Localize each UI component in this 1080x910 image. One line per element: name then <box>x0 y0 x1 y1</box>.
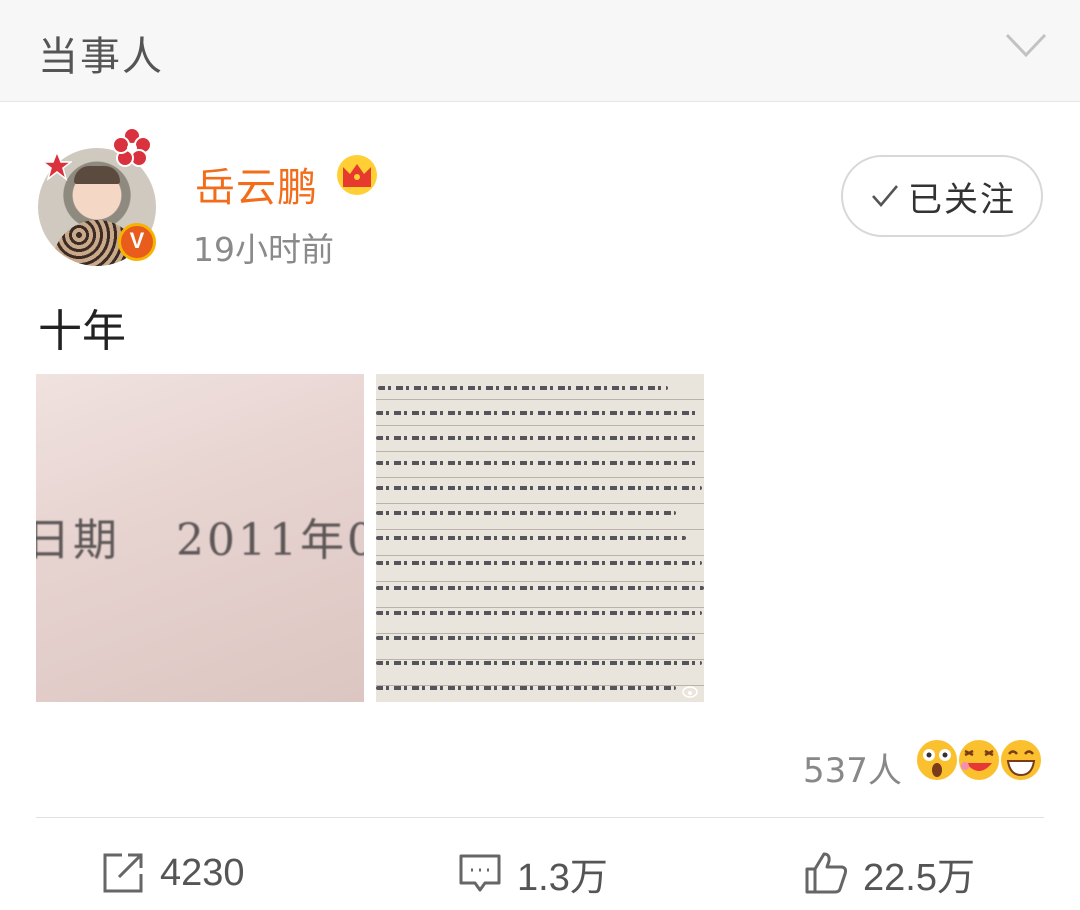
laughing-emoji-icon <box>957 738 1001 782</box>
sticker-flower-icon <box>112 127 152 167</box>
section-title: 当事人 <box>38 34 164 80</box>
chevron-down-icon[interactable] <box>1004 30 1048 60</box>
post-content: 十年 <box>38 306 126 357</box>
surprised-emoji-icon <box>915 738 959 782</box>
comment-button[interactable]: 1.3万 <box>457 848 608 899</box>
follow-label: 已关注 <box>908 179 1016 220</box>
crown-icon[interactable] <box>334 153 380 197</box>
divider <box>36 817 1044 818</box>
thumbs-up-icon <box>805 852 848 894</box>
weibo-post: V 岳云鹏 19小时前 已关注 十年 日期 2011年0 537人 4230 1… <box>0 103 1080 910</box>
check-icon <box>872 185 898 207</box>
share-icon <box>103 853 143 893</box>
grinning-emoji-icon <box>999 738 1043 782</box>
like-count: 22.5万 <box>863 856 975 899</box>
follow-button[interactable]: 已关注 <box>841 155 1043 237</box>
handwritten-letter-photo[interactable] <box>376 374 704 702</box>
like-button[interactable]: 22.5万 <box>803 848 975 899</box>
verified-badge: V <box>118 223 156 261</box>
weibo-watermark-icon <box>682 686 698 698</box>
reaction-count[interactable]: 537人 <box>803 743 902 791</box>
sticker-star-icon <box>42 151 72 181</box>
post-time: 19小时前 <box>193 230 334 269</box>
date-label: 日期 <box>36 515 120 566</box>
repost-button[interactable]: 4230 <box>100 848 245 898</box>
repost-count: 4230 <box>160 851 245 894</box>
certificate-photo[interactable]: 日期 2011年0 <box>36 374 364 702</box>
header-bar: 当事人 <box>0 0 1080 102</box>
comment-count: 1.3万 <box>517 856 608 899</box>
date-value: 2011年0 <box>176 515 364 566</box>
comment-icon <box>459 854 501 892</box>
author-name[interactable]: 岳云鹏 <box>195 155 318 213</box>
